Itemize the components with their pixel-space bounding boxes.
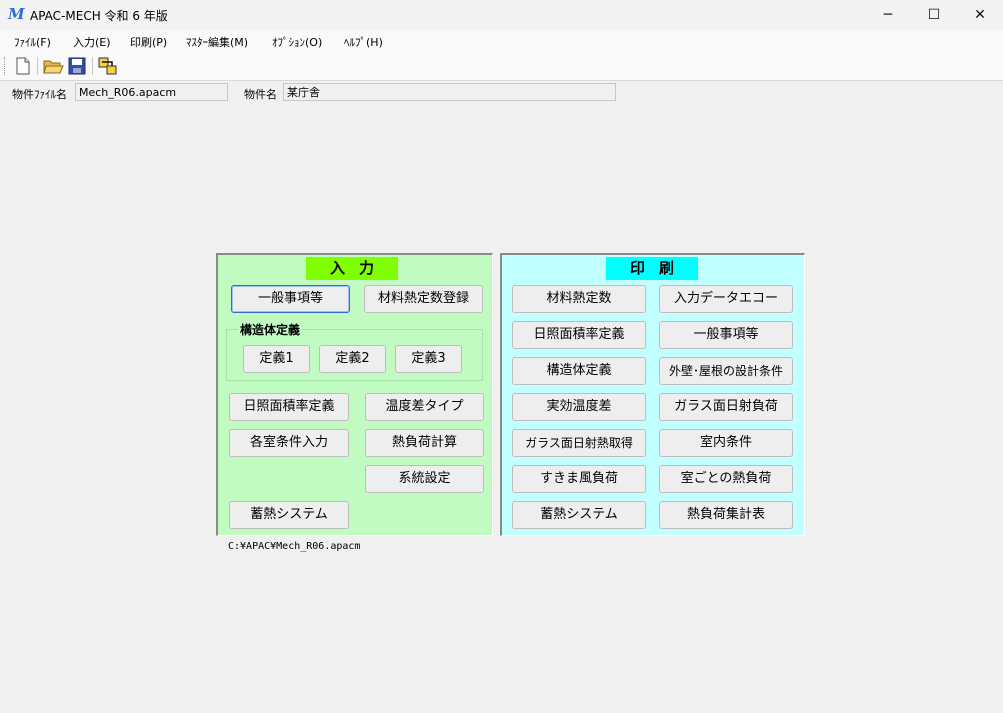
- app-logo-icon: M: [8, 5, 25, 23]
- print-sunlit-area-button[interactable]: 日照面積率定義: [512, 321, 646, 349]
- toolbar-grip[interactable]: [4, 57, 7, 75]
- new-file-icon[interactable]: [12, 55, 34, 77]
- material-constants-register-button[interactable]: 材料熱定数登録: [364, 285, 483, 313]
- menu-master[interactable]: ﾏｽﾀｰ編集(M): [186, 34, 248, 50]
- thermal-storage-input-button[interactable]: 蓄熱システム: [229, 501, 349, 529]
- toolbar: [0, 52, 1003, 81]
- system-settings-button[interactable]: 系統設定: [365, 465, 484, 493]
- file-name-label: 物件ﾌｧｲﾙ名: [12, 88, 67, 101]
- toolbar-separator: [92, 57, 93, 75]
- print-material-constants-button[interactable]: 材料熱定数: [512, 285, 646, 313]
- print-effective-temp-button[interactable]: 実効温度差: [512, 393, 646, 421]
- close-button[interactable]: ✕: [957, 0, 1003, 30]
- print-panel: 印刷 材料熱定数 入力データエコー 日照面積率定義 一般事項等 構造体定義 外壁…: [500, 253, 805, 536]
- structure-definition-label: 構造体定義: [238, 321, 303, 338]
- run-icon[interactable]: [97, 55, 119, 77]
- property-info-bar: 物件ﾌｧｲﾙ名 Mech_R06.apacm 物件名 某庁舎: [0, 81, 1003, 105]
- toolbar-separator: [37, 57, 38, 75]
- definition-1-button[interactable]: 定義1: [243, 345, 310, 373]
- input-panel: 入力 一般事項等 材料熱定数登録 構造体定義 定義1 定義2 定義3 日照面積率…: [216, 253, 493, 536]
- menu-print[interactable]: 印刷(P): [130, 34, 167, 50]
- print-structure-definition-button[interactable]: 構造体定義: [512, 357, 646, 385]
- heat-load-calc-button[interactable]: 熱負荷計算: [365, 429, 484, 457]
- menu-input[interactable]: 入力(E): [73, 34, 111, 50]
- minimize-button[interactable]: ─: [865, 0, 911, 30]
- menu-bar: ﾌｧｲﾙ(F) 入力(E) 印刷(P) ﾏｽﾀｰ編集(M) ｵﾌﾟｼｮﾝ(O) …: [0, 30, 1003, 52]
- file-name-field: Mech_R06.apacm: [75, 83, 228, 101]
- maximize-button[interactable]: ☐: [911, 0, 957, 30]
- temperature-diff-type-button[interactable]: 温度差タイプ: [365, 393, 484, 421]
- menu-options[interactable]: ｵﾌﾟｼｮﾝ(O): [272, 34, 322, 50]
- print-draft-load-button[interactable]: すきま風負荷: [512, 465, 646, 493]
- menu-file[interactable]: ﾌｧｲﾙ(F): [14, 34, 51, 50]
- room-conditions-button[interactable]: 各室条件入力: [229, 429, 349, 457]
- title-bar: M APAC-MECH 令和 6 年版 ─ ☐ ✕: [0, 0, 1003, 30]
- input-panel-title: 入力: [306, 257, 398, 280]
- definition-2-button[interactable]: 定義2: [319, 345, 386, 373]
- general-items-button[interactable]: 一般事項等: [231, 285, 350, 313]
- print-general-items-button[interactable]: 一般事項等: [659, 321, 793, 349]
- save-disk-icon[interactable]: [66, 55, 88, 77]
- print-glass-solar-gain-button[interactable]: ガラス面日射熱取得: [512, 429, 646, 457]
- property-name-label: 物件名: [244, 88, 277, 101]
- menu-help[interactable]: ﾍﾙﾌﾟ(H): [344, 34, 383, 50]
- print-glass-solar-load-button[interactable]: ガラス面日射負荷: [659, 393, 793, 421]
- property-name-field: 某庁舎: [283, 83, 616, 101]
- print-heat-load-summary-button[interactable]: 熱負荷集計表: [659, 501, 793, 529]
- print-indoor-conditions-button[interactable]: 室内条件: [659, 429, 793, 457]
- file-path-text: C:¥APAC¥Mech_R06.apacm: [228, 541, 361, 552]
- print-room-heat-load-button[interactable]: 室ごとの熱負荷: [659, 465, 793, 493]
- print-input-echo-button[interactable]: 入力データエコー: [659, 285, 793, 313]
- print-wall-roof-conditions-button[interactable]: 外壁･屋根の設計条件: [659, 357, 793, 385]
- definition-3-button[interactable]: 定義3: [395, 345, 462, 373]
- sunlit-area-ratio-button[interactable]: 日照面積率定義: [229, 393, 349, 421]
- print-thermal-storage-button[interactable]: 蓄熱システム: [512, 501, 646, 529]
- window-title: APAC-MECH 令和 6 年版: [30, 9, 168, 23]
- open-folder-icon[interactable]: [42, 55, 64, 77]
- print-panel-title: 印刷: [606, 257, 698, 280]
